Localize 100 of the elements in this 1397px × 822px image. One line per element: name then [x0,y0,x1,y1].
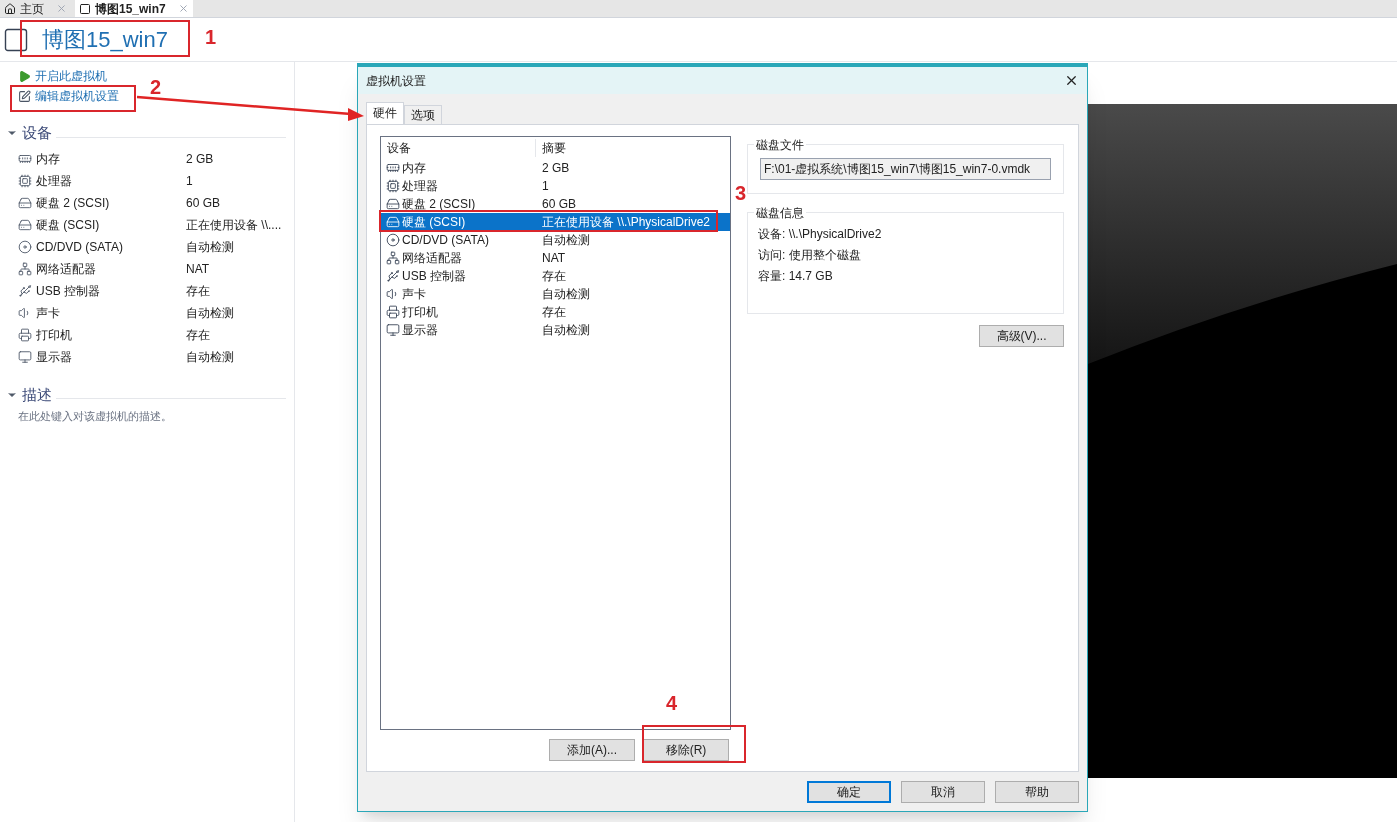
device-row[interactable]: USB 控制器 存在 [381,267,730,285]
dialog-tab[interactable]: 硬件 [366,102,404,124]
device-name: 声卡 [402,286,426,303]
annotation-number: 4 [666,691,678,716]
chip-icon [18,173,32,188]
hard-drive-icon [18,217,32,232]
device-name: 内存 [402,160,426,177]
annotation-number: 2 [150,75,162,100]
usb-icon [18,283,32,298]
device-name: USB 控制器 [36,282,100,300]
device-row[interactable]: 硬盘 2 (SCSI) 60 GB [381,195,730,213]
device-name: 网络适配器 [402,250,462,267]
network-icon [18,261,32,276]
monitor-icon [386,323,400,337]
device-summary: 存在 [186,282,210,300]
group-title: 磁盘信息 [754,204,806,222]
play-icon [18,69,31,83]
list-action-button[interactable]: 添加(A)... [549,739,635,761]
hard-drive-icon [386,215,400,229]
device-summary: 自动检测 [541,286,590,303]
device-row[interactable]: 打印机 存在 [381,303,730,321]
usb-icon [386,269,400,283]
window-icon [79,2,91,15]
section-title: 描述 [22,384,52,405]
device-summary: NAT [186,260,210,278]
device-summary: 自动检测 [186,348,234,366]
printer-icon [18,327,32,342]
memory-icon [386,161,400,175]
device-summary: 1 [541,178,549,195]
device-summary: 自动检测 [186,238,234,256]
device-summary: 2 GB [186,150,214,168]
dialog-button[interactable]: 确定 [807,781,891,803]
disk-file-field[interactable]: F:\01-虚拟系统\博图15_win7\博图15_win7-0.vmdk [760,158,1051,180]
device-name: 硬盘 (SCSI) [402,214,466,231]
device-summary: 60 GB [186,194,221,212]
device-name: 处理器 [402,178,438,195]
device-name: 硬盘 2 (SCSI) [402,196,476,213]
disc-icon [386,233,400,247]
device-name: 显示器 [36,348,72,366]
device-row[interactable]: 声卡 自动检测 [381,285,730,303]
device-name: CD/DVD (SATA) [36,238,123,256]
device-summary: 自动检测 [186,304,234,322]
home-icon [4,2,16,15]
annotation-number: 3 [735,181,747,206]
hard-drive-icon [386,197,400,211]
device-summary: 存在 [541,304,566,321]
device-summary: 存在 [186,326,210,344]
device-row[interactable]: 网络适配器 NAT [381,249,730,267]
device-name: 打印机 [36,326,72,344]
monitor-icon [18,349,32,364]
dialog-button[interactable]: 取消 [901,781,985,803]
device-name: 处理器 [36,172,72,190]
device-name: 声卡 [36,304,60,322]
close-icon[interactable] [1064,73,1079,88]
section-title: 设备 [22,123,52,143]
chip-icon [386,179,400,193]
device-summary: NAT [541,250,566,267]
device-row[interactable]: 硬盘 (SCSI) 正在使用设备 \\.\PhysicalDrive2 [381,213,730,231]
device-row[interactable]: 显示器 自动检测 [381,321,730,339]
annotation-number: 1 [205,25,217,50]
disk-info-line: 设备: \\.\PhysicalDrive2 [758,226,883,243]
vm-title: 博图15_win7 [42,28,168,51]
network-icon [386,251,400,265]
dialog-button[interactable]: 帮助 [995,781,1079,803]
edit-icon [18,89,31,103]
device-summary: 存在 [541,268,566,285]
column-header[interactable]: 设备 [381,139,536,157]
printer-icon [386,305,400,319]
device-summary: 正在使用设备 \\.\PhysicalDrive2 [541,214,711,231]
device-summary: 2 GB [541,160,570,177]
action-label: 编辑虚拟机设置 [35,88,119,105]
device-name: 显示器 [402,322,438,339]
device-summary: 自动检测 [541,232,590,249]
device-summary: 正在使用设备 \\.... [186,216,282,234]
hard-drive-icon [18,195,32,210]
group-title: 磁盘文件 [754,136,806,154]
device-name: USB 控制器 [402,268,466,285]
device-summary: 1 [186,172,193,190]
disc-icon [18,239,32,254]
action-label: 开启此虚拟机 [35,68,107,85]
device-row[interactable]: 处理器 1 [381,177,730,195]
device-name: 内存 [36,150,60,168]
dialog-tab[interactable]: 选项 [404,105,442,124]
device-summary: 60 GB [541,196,577,213]
dialog-title: 虚拟机设置 [366,72,426,90]
disk-info-line: 访问: 使用整个磁盘 [758,247,862,264]
action-link[interactable]: 开启此虚拟机 [18,66,107,86]
column-header[interactable]: 摘要 [536,139,730,157]
device-row[interactable]: 内存 2 GB [381,159,730,177]
device-row[interactable]: CD/DVD (SATA) 自动检测 [381,231,730,249]
list-action-button[interactable]: 移除(R) [643,739,729,761]
document-tab[interactable]: 博图15_win7 [75,0,193,17]
device-name: CD/DVD (SATA) [402,232,489,249]
device-name: 硬盘 (SCSI) [36,216,100,234]
action-link[interactable]: 编辑虚拟机设置 [18,86,119,106]
advanced-button[interactable]: 高级(V)... [979,325,1064,347]
device-name: 网络适配器 [36,260,96,278]
device-summary: 自动检测 [541,322,590,339]
description-placeholder[interactable]: 在此处键入对该虚拟机的描述。 [6,408,294,425]
disk-info-line: 容量: 14.7 GB [758,268,834,285]
